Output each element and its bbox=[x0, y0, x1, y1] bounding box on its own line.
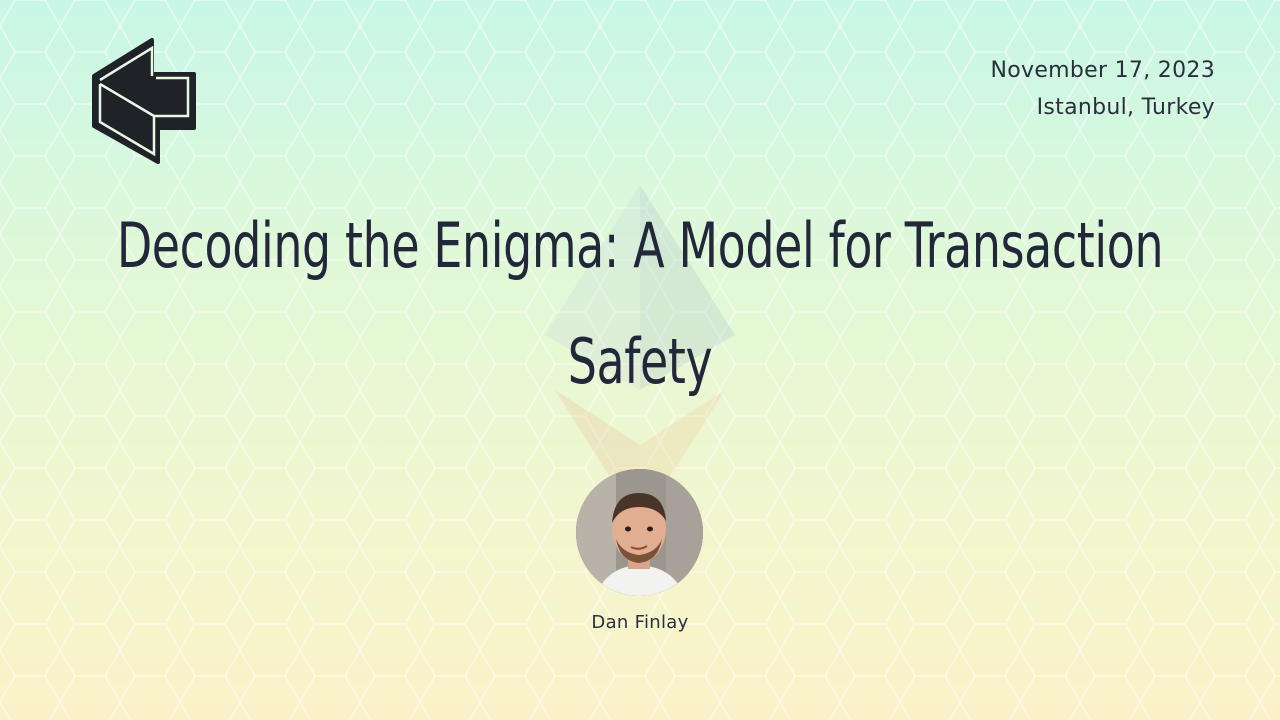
speaker-avatar bbox=[576, 469, 703, 596]
event-date: November 17, 2023 bbox=[990, 58, 1215, 83]
slide-title-text: Decoding the Enigma: A Model for Transac… bbox=[116, 209, 1164, 398]
event-meta: November 17, 2023 Istanbul, Turkey bbox=[990, 52, 1215, 126]
event-location: Istanbul, Turkey bbox=[1036, 95, 1215, 120]
speaker-name: Dan Finlay bbox=[591, 612, 689, 633]
slide-title: Decoding the Enigma: A Model for Transac… bbox=[117, 188, 1164, 420]
devcon-logo-icon bbox=[92, 38, 196, 164]
speaker-photo bbox=[576, 469, 703, 596]
